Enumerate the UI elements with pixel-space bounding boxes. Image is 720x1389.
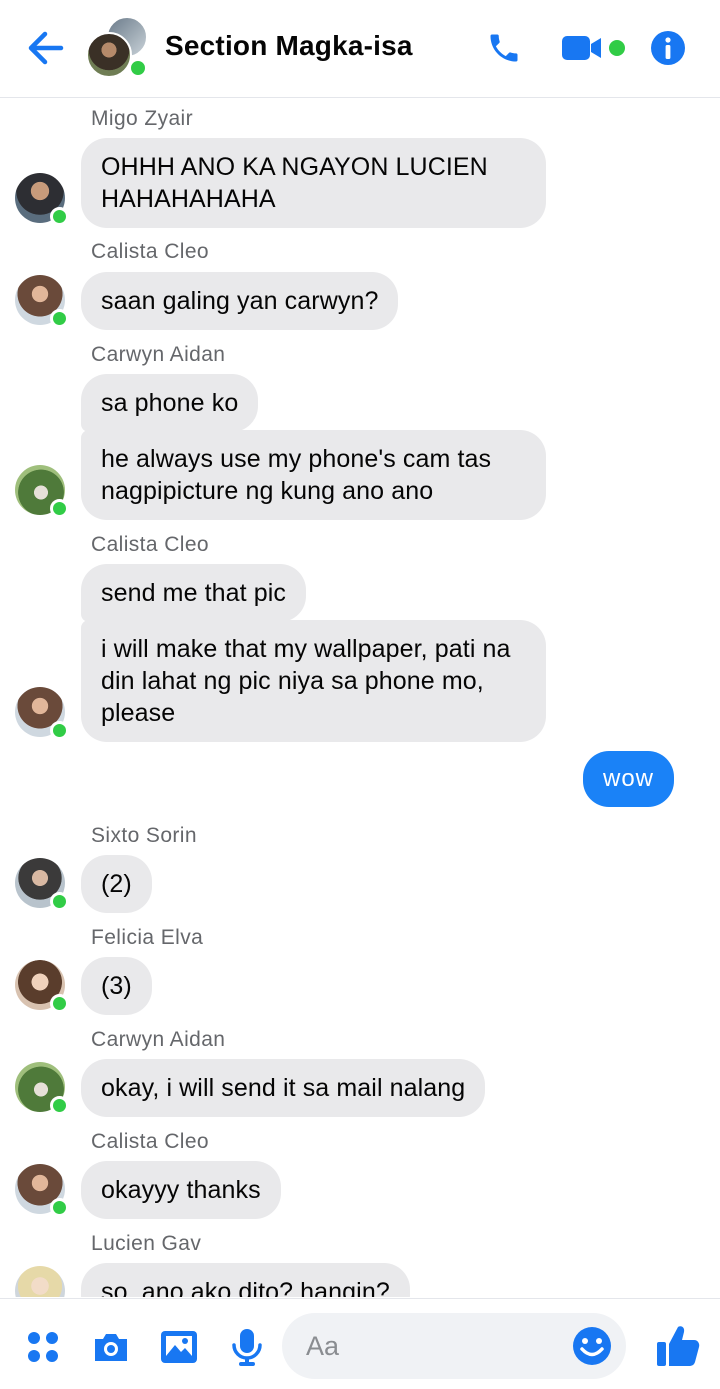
online-indicator (50, 309, 69, 328)
online-indicator (50, 1096, 69, 1115)
camera-icon[interactable] (89, 1325, 133, 1369)
phone-icon[interactable] (484, 26, 524, 70)
online-indicator (50, 721, 69, 740)
message-bubble[interactable]: so, ano ako dito? hangin? (81, 1263, 410, 1297)
sender-name: Carwyn Aidan (91, 1028, 226, 1051)
avatar[interactable] (15, 275, 69, 328)
online-indicator (50, 499, 69, 518)
online-indicator (50, 1198, 69, 1217)
sender-name: Lucien Gav (91, 1232, 202, 1255)
avatar[interactable] (15, 173, 69, 226)
avatar[interactable] (15, 1266, 65, 1297)
composer-bar (0, 1298, 720, 1389)
emoji-icon[interactable] (570, 1324, 614, 1368)
avatar[interactable] (15, 1164, 69, 1217)
avatar[interactable] (15, 1062, 69, 1115)
sender-name: Sixto Sorin (91, 824, 197, 847)
avatar[interactable] (15, 858, 69, 911)
sender-name: Calista Cleo (91, 240, 210, 263)
outgoing-message-bubble[interactable]: wow (582, 751, 674, 807)
online-indicator (128, 58, 148, 78)
message-bubble[interactable]: (2) (81, 855, 152, 913)
chat-title[interactable]: Section Magka-isa (165, 30, 413, 62)
message-input[interactable] (306, 1327, 566, 1365)
sender-name: Migo Zyair (91, 107, 194, 130)
menu-dots-icon[interactable] (21, 1325, 65, 1369)
message-composer[interactable] (282, 1313, 626, 1379)
online-indicator (50, 892, 69, 911)
video-camera-icon[interactable] (560, 26, 630, 70)
sender-name: Calista Cleo (91, 1130, 210, 1153)
sender-name: Calista Cleo (91, 533, 210, 556)
message-bubble[interactable]: okayyy thanks (81, 1161, 281, 1219)
group-avatar[interactable] (84, 16, 152, 80)
gallery-icon[interactable] (157, 1325, 201, 1369)
message-bubble[interactable]: OHHH ANO KA NGAYON LUCIEN HAHAHAHAHA (81, 138, 546, 228)
online-indicator (50, 207, 69, 226)
member-avatar (86, 32, 132, 78)
avatar[interactable] (15, 465, 69, 518)
avatar[interactable] (15, 687, 69, 740)
microphone-icon[interactable] (225, 1325, 269, 1369)
avatar[interactable] (15, 960, 69, 1013)
message-bubble[interactable]: i will make that my wallpaper, pati na d… (81, 620, 546, 742)
message-bubble[interactable]: okay, i will send it sa mail nalang (81, 1059, 486, 1117)
message-bubble[interactable]: send me that pic (81, 564, 307, 622)
chat-header: Section Magka-isa (0, 0, 720, 98)
thumbs-up-icon[interactable] (652, 1321, 704, 1371)
sender-name: Carwyn Aidan (91, 343, 226, 366)
message-bubble[interactable]: sa phone ko (81, 374, 259, 432)
message-bubble[interactable]: saan galing yan carwyn? (81, 272, 399, 330)
message-list[interactable]: Migo Zyair OHHH ANO KA NGAYON LUCIEN HAH… (0, 99, 720, 1297)
info-icon[interactable] (648, 26, 688, 70)
message-bubble[interactable]: (3) (81, 957, 152, 1015)
online-indicator (50, 994, 69, 1013)
sender-name: Felicia Elva (91, 926, 204, 949)
message-bubble[interactable]: he always use my phone's cam tas nagpipi… (81, 430, 546, 520)
back-arrow-icon[interactable] (22, 26, 68, 70)
